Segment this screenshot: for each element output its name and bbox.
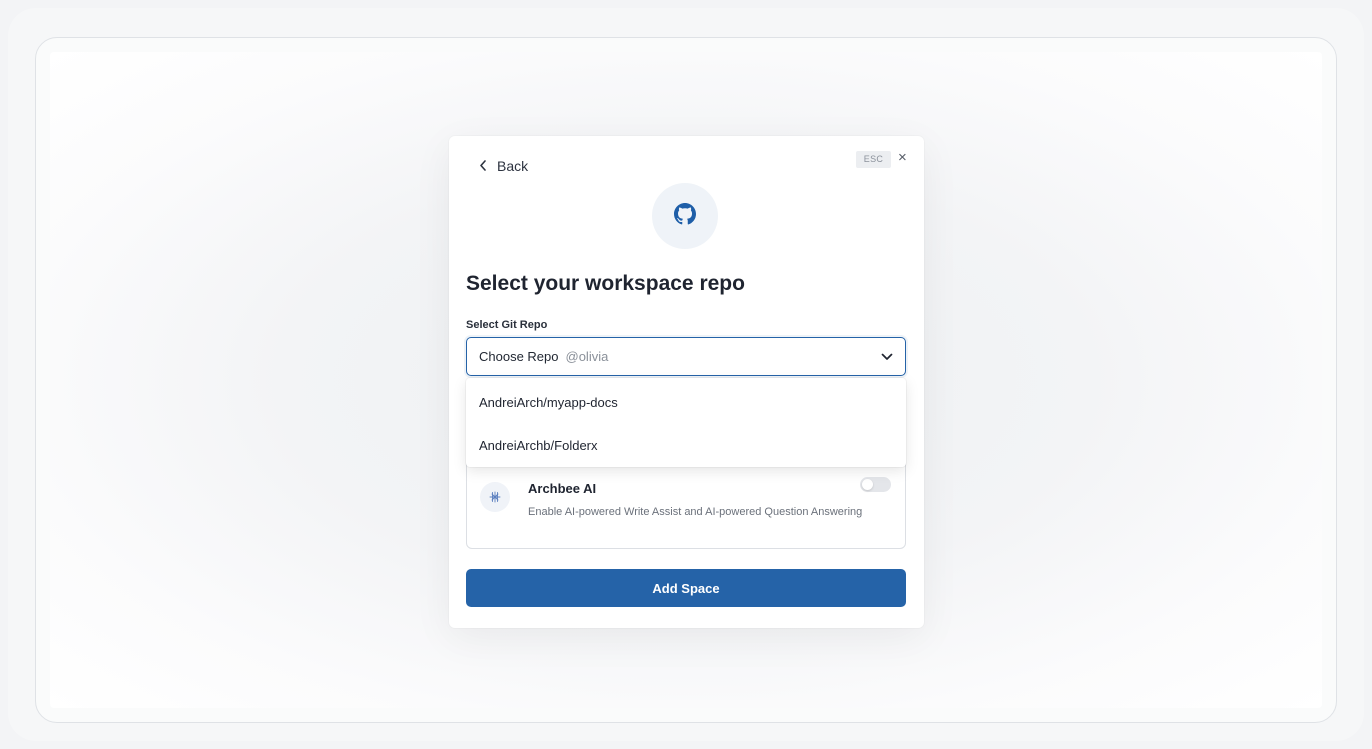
repo-option[interactable]: AndreiArch/myapp-docs [466, 381, 906, 424]
repo-owner-handle: @olivia [565, 349, 609, 364]
repo-select[interactable]: Choose Repo @olivia [466, 337, 906, 376]
repo-select-value: Choose Repo [479, 349, 559, 364]
ai-toggle[interactable] [860, 477, 891, 492]
chevron-down-icon [881, 353, 893, 361]
archbee-ai-card: Archbee AI Enable AI-powered Write Assis… [466, 456, 906, 549]
esc-key-badge: ESC [856, 151, 891, 168]
ai-card-description: Enable AI-powered Write Assist and AI-po… [528, 506, 863, 518]
back-button[interactable]: Back [479, 158, 528, 174]
github-icon [674, 202, 696, 230]
back-label: Back [497, 158, 529, 174]
repo-dropdown: AndreiArch/myapp-docs AndreiArchb/Folder… [466, 378, 906, 467]
github-icon-badge [652, 183, 718, 249]
toggle-knob [862, 479, 873, 490]
repo-field-label: Select Git Repo [466, 319, 548, 331]
add-space-modal: Back ESC × Select your workspace repo Se… [449, 136, 924, 628]
add-space-button[interactable]: Add Space [466, 569, 906, 607]
chevron-left-icon [479, 159, 487, 174]
sparkle-icon [480, 482, 510, 512]
close-icon[interactable]: × [898, 149, 907, 166]
ai-card-title: Archbee AI [528, 481, 597, 496]
modal-title: Select your workspace repo [466, 272, 745, 295]
repo-option[interactable]: AndreiArchb/Folderx [466, 424, 906, 467]
